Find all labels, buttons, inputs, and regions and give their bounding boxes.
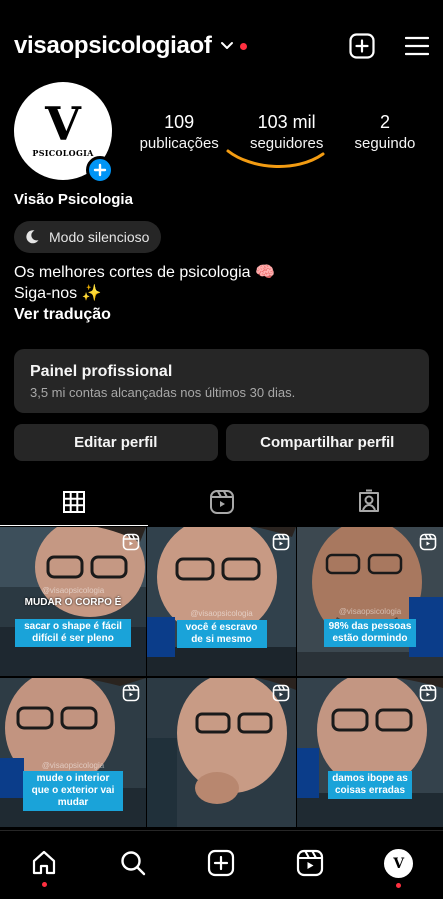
see-translation-link[interactable]: Ver tradução [14,304,275,325]
reel-badge-icon [272,684,290,707]
reel-badge-icon [272,533,290,556]
stat-value: 2 [379,112,390,132]
post-handle: @visaopsicologia [338,607,402,616]
share-profile-button[interactable]: Compartilhar perfil [225,424,429,461]
reel-badge-icon [122,533,140,556]
post-caption: 98% das pessoas estão dormindo [324,619,416,647]
highlight-underline [226,149,325,168]
reels-icon [296,849,324,877]
post-handle: @visaopsicologia [41,761,105,770]
tab-tagged[interactable] [295,478,443,526]
post-handle: @visaopsicologia [41,586,105,595]
stat-posts[interactable]: 109 publicações [140,112,219,152]
post-thumbnail[interactable]: @visaopsicologia mude o interior que o e… [0,678,146,827]
stat-value: 103 mil [257,112,316,132]
add-story-button[interactable] [86,156,114,184]
add-post-icon [208,849,235,877]
stat-label: publicações [139,135,219,152]
avatar-logo-letter: V [45,97,81,151]
professional-dashboard[interactable]: Painel profissional 3,5 mi contas alcanç… [14,349,429,413]
content-tabs [0,478,443,526]
tagged-icon [359,489,380,512]
profile-avatar-icon: V [384,849,414,878]
avatar-logo-text: PSICOLOGIA [32,148,94,158]
bottom-nav: V [0,830,443,899]
quiet-mode-chip[interactable]: Modo silencioso [14,221,162,253]
stat-following[interactable]: 2 seguindo [355,112,416,152]
home-icon [33,850,56,875]
notification-dot [239,42,247,50]
nav-home[interactable] [24,849,64,887]
post-caption: você é escravo de si mesmo [176,620,267,648]
menu-icon[interactable] [405,36,429,56]
moon-icon [26,230,39,244]
tab-reels[interactable] [148,478,296,526]
profile-bio: Os melhores cortes de psicologia 🧠 Siga-… [14,262,275,325]
plus-icon [93,163,107,177]
nav-search[interactable] [113,849,153,877]
dashboard-title: Painel profissional [30,363,173,380]
reel-badge-icon [419,533,437,556]
edit-profile-button[interactable]: Editar perfil [14,424,218,461]
notification-dot [41,882,47,887]
top-bar: visaopsicologiaof [14,28,429,64]
post-handle: @visaopsicologia [190,609,253,618]
post-thumbnail[interactable]: damos ibope as coisas erradas [297,678,443,827]
tab-grid[interactable] [0,478,148,526]
post-thumbnail[interactable] [147,678,296,827]
nav-profile[interactable]: V [379,849,419,888]
username-title[interactable]: visaopsicologiaof [14,32,212,60]
quiet-mode-label: Modo silencioso [49,229,150,245]
posts-grid: @visaopsicologia MUDAR O CORPO É sacar o… [0,527,443,827]
nav-reels[interactable] [290,849,330,877]
grid-icon [62,491,85,513]
stat-value: 109 [164,112,195,132]
notification-dot [396,883,402,888]
stat-label: seguindo [354,135,416,152]
bio-line: Os melhores cortes de psicologia 🧠 [14,264,275,281]
bio-line: Siga-nos ✨ [14,285,102,302]
profile-actions: Editar perfil Compartilhar perfil [14,424,429,461]
post-caption: sacar o shape é fácil difícil é ser plen… [15,619,131,647]
post-caption-title: MUDAR O CORPO É [24,597,122,608]
post-thumbnail[interactable]: @visaopsicologia 98% das pessoas estão d… [297,527,443,676]
search-icon [121,851,146,876]
reel-badge-icon [419,684,437,707]
profile-name: Visão Psicologia [14,191,133,208]
post-thumbnail[interactable]: @visaopsicologia MUDAR O CORPO É sacar o… [0,527,146,676]
chevron-down-icon[interactable] [220,41,234,51]
post-thumbnail[interactable]: @visaopsicologia você é escravo de si me… [147,527,296,676]
nav-create[interactable] [201,849,241,877]
create-post-icon[interactable] [349,33,375,59]
post-caption: damos ibope as coisas erradas [328,771,412,799]
reel-badge-icon [122,684,140,707]
dashboard-subtitle: 3,5 mi contas alcançadas nos últimos 30 … [30,385,296,400]
post-caption: mude o interior que o exterior vai mudar [23,771,123,811]
reels-icon [209,490,234,514]
